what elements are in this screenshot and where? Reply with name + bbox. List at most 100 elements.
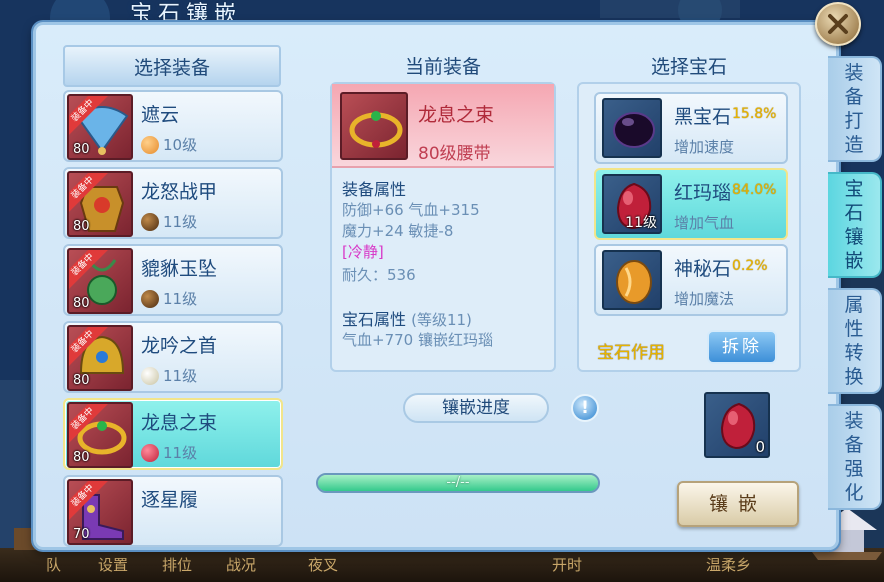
equipment-special-effect: [冷静] <box>342 243 384 261</box>
gem-level-text: 11级 <box>163 213 198 231</box>
gem-description: 增加气血 <box>674 214 735 232</box>
armor-icon: 装备中 80 <box>67 171 133 237</box>
tab-attribute-convert[interactable]: 属性转换 <box>828 288 882 394</box>
current-equipment-panel: 龙息之束 80级腰带 装备属性 防御+66 气血+315 魔力+24 敏捷-8 … <box>330 82 556 372</box>
equipment-level: 70 <box>73 527 90 542</box>
equipment-level: 80 <box>73 296 90 311</box>
belt-icon: 装备中 80 <box>67 402 133 468</box>
tab-label: 装备强化 <box>844 410 864 504</box>
gem-name: 神秘石 <box>674 258 732 280</box>
gem-name: 红玛瑙 <box>674 182 732 204</box>
equipment-name: 逐星履 <box>141 489 199 511</box>
gem-percentage: 15.8% <box>732 106 777 122</box>
equipment-name: 龙怒战甲 <box>141 181 218 203</box>
gem-name: 黑宝石 <box>674 106 732 128</box>
equipment-item-zhuxing[interactable]: 装备中 70 逐星履 <box>63 475 283 547</box>
gem-percentage: 0.2% <box>732 258 768 274</box>
equipment-name: 遮云 <box>141 104 180 126</box>
inlay-button[interactable]: 镶嵌 <box>677 481 799 527</box>
inlay-progress-label: 镶嵌进度 <box>403 393 549 423</box>
brown-gem-icon <box>141 289 159 308</box>
equipment-gem-level: 11级 <box>141 442 197 463</box>
bottom-nav-item[interactable]: 设置 <box>98 554 128 575</box>
equipment-item-pixiu[interactable]: 装备中 80 貔貅玉坠 11级 <box>63 244 283 316</box>
bottom-nav-item[interactable]: 开时 <box>552 554 582 575</box>
helmet-icon: 装备中 80 <box>67 325 133 391</box>
equipment-attributes-header: 装备属性 <box>342 180 407 199</box>
equipment-level: 80 <box>73 219 90 234</box>
equipment-item-longxi[interactable]: 装备中 80 龙息之束 11级 <box>63 398 283 470</box>
mystic-stone-icon <box>602 250 662 310</box>
black-gem-icon <box>602 98 662 158</box>
equipment-attribute-line: 魔力+24 敏捷-8 <box>342 222 454 240</box>
equipment-item-zheyun[interactable]: 装备中 80 遮云 10级 <box>63 90 283 162</box>
gem-option-black[interactable]: 黑宝石 15.8% 增加速度 <box>594 92 788 164</box>
current-equipment-type: 80级腰带 <box>418 144 491 164</box>
bottom-nav-item[interactable]: 夜叉 <box>308 554 338 575</box>
gem-option-red-agate[interactable]: 11级 红玛瑙 84.0% 增加气血 <box>594 168 788 240</box>
brown-gem-icon <box>141 212 159 231</box>
current-equipment-header: 龙息之束 80级腰带 <box>332 84 554 168</box>
bottom-nav-item[interactable]: 队 <box>46 554 61 575</box>
equipment-level: 80 <box>73 450 90 465</box>
gem-level-text: 11级 <box>163 367 198 385</box>
red-agate-icon: 11级 <box>602 174 662 234</box>
equipment-gem-level: 11级 <box>141 211 197 232</box>
current-equipment-title: 当前装备 <box>404 56 481 78</box>
gem-level-text: 10级 <box>163 136 198 154</box>
gem-attributes-level: (等级11) <box>411 311 472 329</box>
pendant-icon: 装备中 80 <box>67 248 133 314</box>
close-icon <box>828 14 848 34</box>
gem-percentage: 84.0% <box>732 182 777 198</box>
equipment-durability: 耐久：536 <box>342 266 416 284</box>
bottom-nav-item[interactable]: 排位 <box>162 554 192 575</box>
equipment-gem-level: 10级 <box>141 134 197 155</box>
tab-gem-inlay[interactable]: 宝石镶嵌 <box>828 172 882 278</box>
gem-description: 增加魔法 <box>674 290 735 308</box>
equipment-name: 貔貅玉坠 <box>141 258 218 280</box>
info-icon[interactable]: ! <box>571 394 599 422</box>
equipment-item-longyin[interactable]: 装备中 80 龙吟之首 11级 <box>63 321 283 393</box>
gem-effect-link[interactable]: 宝石作用 <box>597 338 665 363</box>
boots-icon: 装备中 70 <box>67 479 133 545</box>
bottom-nav-item[interactable]: 温柔乡 <box>706 554 751 575</box>
gem-slot[interactable]: 0 <box>704 392 770 458</box>
bottom-nav-item[interactable]: 战况 <box>226 554 256 575</box>
current-equipment-name: 龙息之束 <box>418 104 495 126</box>
gem-level: 11级 <box>625 215 657 231</box>
tab-label: 属性转换 <box>844 294 864 388</box>
equipment-name: 龙吟之首 <box>141 335 218 357</box>
inlay-progress-text: --/-- <box>446 475 470 490</box>
gem-level-text: 11级 <box>163 290 198 308</box>
equipment-gem-level: 11级 <box>141 365 197 386</box>
equipment-item-longnu[interactable]: 装备中 80 龙怒战甲 11级 <box>63 167 283 239</box>
gem-level-text: 11级 <box>163 444 198 462</box>
pearl-gem-icon <box>141 366 159 385</box>
inlay-progress-bar: --/-- <box>316 473 600 493</box>
select-gem-title: 选择宝石 <box>650 56 727 78</box>
tab-equipment-enhance[interactable]: 装备强化 <box>828 404 882 510</box>
equipment-attribute-line: 防御+66 气血+315 <box>342 201 480 219</box>
equipment-level: 80 <box>73 142 90 157</box>
close-button[interactable] <box>815 2 861 46</box>
equipment-list-header: 选择装备 <box>63 45 281 87</box>
gem-option-mystic[interactable]: 神秘石 0.2% 增加魔法 <box>594 244 788 316</box>
belt-icon <box>340 92 408 160</box>
gem-attributes-header: 宝石属性 (等级11) <box>342 306 472 330</box>
equipment-list: 选择装备 装备中 80 遮云 10级 装备中 80 龙怒战甲 11级 装备中 8… <box>63 45 283 550</box>
gem-description: 增加速度 <box>674 138 735 156</box>
tab-equipment-forge[interactable]: 装备打造 <box>828 56 882 162</box>
gem-attribute-line: 气血+770 镶嵌红玛瑙 <box>342 331 493 349</box>
equipment-level: 80 <box>73 373 90 388</box>
remove-gem-button[interactable]: 拆除 <box>707 330 777 364</box>
equipment-gem-level: 11级 <box>141 288 197 309</box>
fan-icon: 装备中 80 <box>67 94 133 160</box>
gem-slot-count: 0 <box>755 438 765 456</box>
equipment-name: 龙息之束 <box>141 412 218 434</box>
red-gem-icon <box>141 443 159 462</box>
tab-label: 宝石镶嵌 <box>844 178 864 272</box>
tab-label: 装备打造 <box>844 62 864 156</box>
gem-attributes-title: 宝石属性 <box>342 310 407 329</box>
orange-gem-icon <box>141 135 159 154</box>
bottom-nav: 队 设置 排位 战况 夜叉 开时 温柔乡 <box>0 548 884 582</box>
